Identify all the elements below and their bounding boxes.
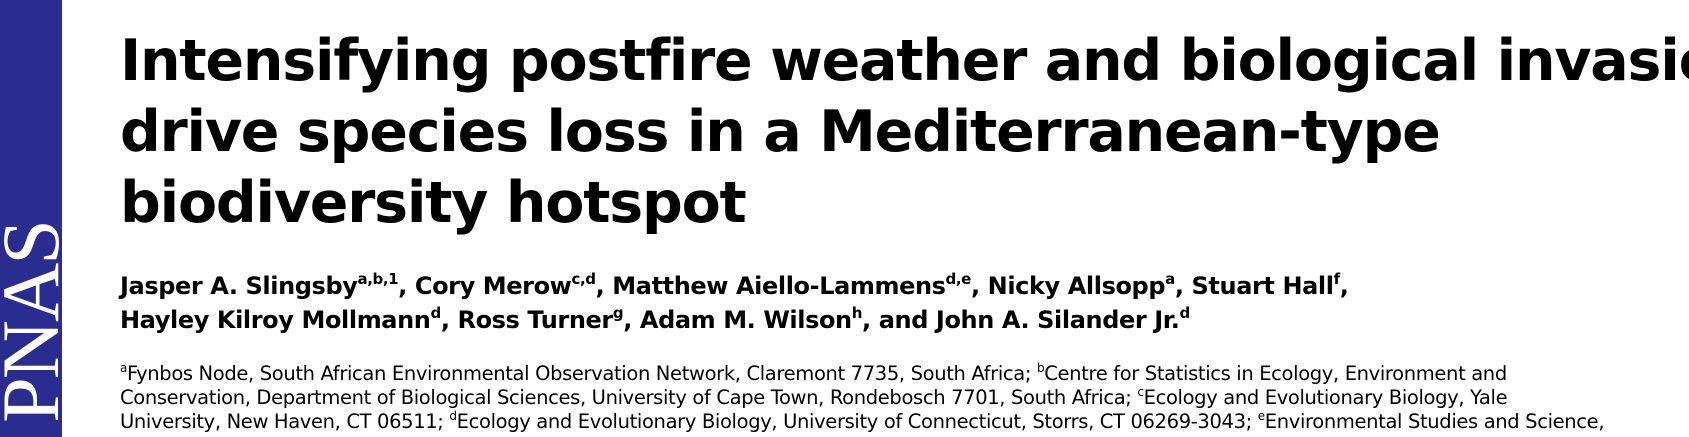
affiliation-text: Conservation, Department of Biological S… <box>120 386 1138 409</box>
affiliation-line-3: University, New Haven, CT 06511; dEcolog… <box>120 410 1689 434</box>
author-name: and John A. Silander Jr. <box>878 306 1180 334</box>
journal-sidebar-bar: PNAS <box>0 0 62 437</box>
affiliation-marker: a <box>120 361 128 375</box>
article-title: Intensifying postfire weather and biolog… <box>120 26 1689 239</box>
author-separator: , <box>398 272 415 300</box>
author-affiliation-marker: h <box>851 304 863 322</box>
article-header: PNAS Intensifying postfire weather and b… <box>0 0 1689 437</box>
author-line-2: Hayley Kilroy Mollmannd, Ross Turnerg, A… <box>120 303 1680 337</box>
title-line: drive species loss in a Mediterranean-ty… <box>120 99 1441 165</box>
affiliation-text: Ecology and Evolutionary Biology, Yale <box>1143 386 1508 409</box>
affiliation-text: Centre for Statistics in Ecology, Enviro… <box>1044 362 1507 385</box>
author-affiliation-marker: c,d <box>571 270 596 288</box>
author-affiliation-marker: a <box>1165 270 1175 288</box>
affiliation-line-2: Conservation, Department of Biological S… <box>120 386 1689 410</box>
author-affiliation-marker: d <box>430 304 441 322</box>
author-name: Stuart Hall <box>1191 272 1334 300</box>
author-separator: , <box>1339 272 1349 300</box>
pnas-logo: PNAS <box>0 221 62 423</box>
author-name: Adam M. Wilson <box>639 306 852 334</box>
author-name: Hayley Kilroy Mollmann <box>120 306 431 334</box>
affiliation-text: Ecology and Evolutionary Biology, Univer… <box>456 410 1258 433</box>
affiliation-marker: d <box>449 409 457 423</box>
author-separator: , <box>595 272 613 300</box>
title-line: biodiversity hotspot <box>120 170 747 236</box>
author-name: Nicky Allsopp <box>987 272 1166 300</box>
author-separator: , <box>623 306 640 334</box>
author-affiliation-marker: d <box>1179 304 1191 322</box>
author-affiliation-marker: g <box>612 304 624 322</box>
author-name: Matthew Aiello-Lammens <box>612 272 946 300</box>
author-affiliation-marker: d,e <box>945 270 972 288</box>
affiliations: aFynbos Node, South African Environmenta… <box>120 362 1689 434</box>
author-separator: , <box>970 272 988 300</box>
affiliation-line-1: aFynbos Node, South African Environmenta… <box>120 362 1689 386</box>
affiliation-text: University, New Haven, CT 06511; <box>120 410 450 433</box>
affiliation-text: Environmental Studies and Science, <box>1264 410 1605 433</box>
affiliation-marker: e <box>1257 409 1265 423</box>
author-line-1: Jasper A. Slingsbya,b,1, Cory Merowc,d, … <box>120 269 1680 303</box>
author-separator: , <box>1174 272 1192 300</box>
author-name: Jasper A. Slingsby <box>120 272 358 300</box>
author-separator: , <box>862 306 879 334</box>
author-list: Jasper A. Slingsbya,b,1, Cory Merowc,d, … <box>120 269 1680 337</box>
author-affiliation-marker: a,b,1 <box>357 270 399 288</box>
title-line: Intensifying postfire weather and biolog… <box>120 28 1689 94</box>
affiliation-text: Fynbos Node, South African Environmental… <box>127 362 1037 385</box>
author-name: Cory Merow <box>414 272 572 300</box>
author-name: Ross Turner <box>457 306 614 334</box>
author-separator: , <box>440 306 458 334</box>
